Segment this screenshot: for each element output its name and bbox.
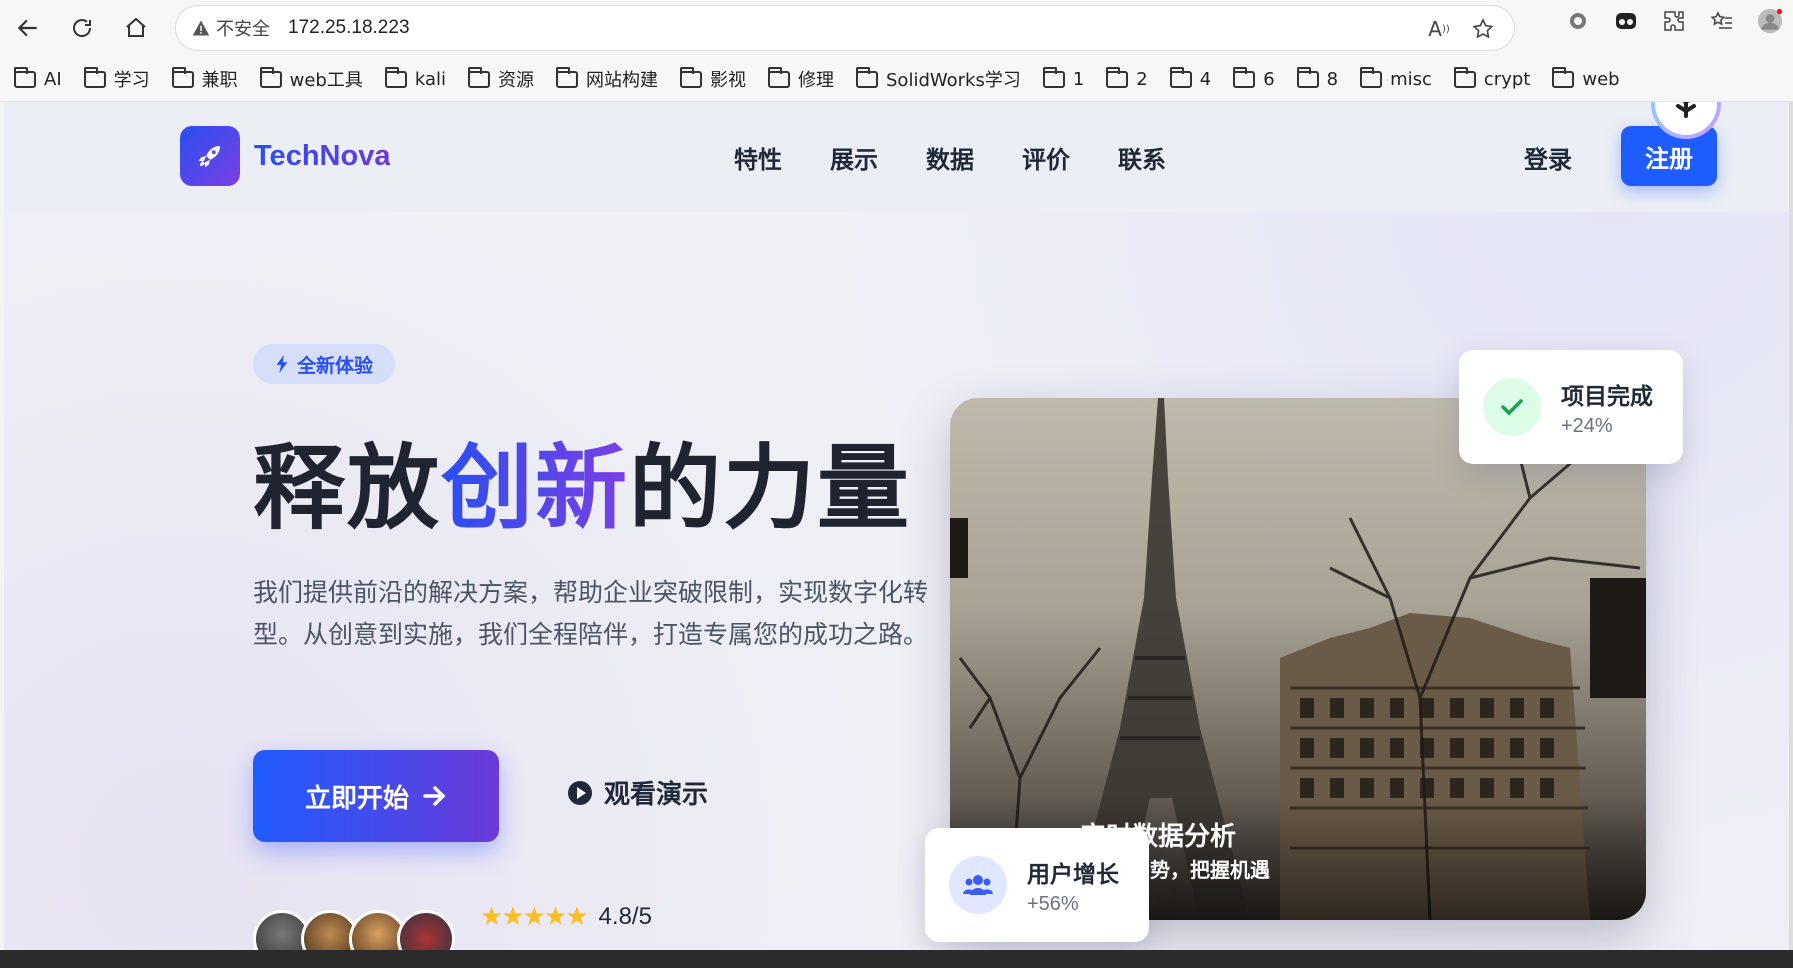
profile-avatar-icon[interactable] <box>1757 8 1783 34</box>
read-aloud-icon[interactable]: A)) <box>1426 16 1452 42</box>
new-experience-badge: 全新体验 <box>253 344 396 384</box>
home-button[interactable] <box>118 10 154 46</box>
extension-gear-icon[interactable] <box>1565 8 1591 34</box>
arrow-left-icon <box>17 19 37 37</box>
rating-stars-icon: ★★★★★ <box>480 902 589 932</box>
extension-logo-icon <box>1655 102 1717 135</box>
security-label: 不安全 <box>216 19 270 40</box>
user-growth-card: 用户增长 +56% <box>925 828 1149 942</box>
login-link[interactable]: 登录 <box>1524 140 1572 175</box>
favorites-list-icon[interactable] <box>1709 8 1735 34</box>
browser-toolbar: 不安全 172.25.18.223 A)) <box>0 0 1793 56</box>
menu-item-reviews[interactable]: 评价 <box>1022 140 1070 175</box>
bookmark-folder[interactable]: 6 <box>1233 66 1275 90</box>
bookmarks-bar: AI 学习 兼职 web工具 kali 资源 网站构建 影视 修理 SolidW… <box>0 60 1793 98</box>
folder-icon <box>1296 66 1319 88</box>
favorite-star-icon[interactable] <box>1470 16 1496 42</box>
folder-icon <box>768 66 790 88</box>
bookmark-folder[interactable]: 8 <box>1296 66 1338 90</box>
taskbar-strip <box>0 950 1793 968</box>
menu-item-data[interactable]: 数据 <box>926 140 974 175</box>
bookmark-folder[interactable]: 网站构建 <box>556 66 658 92</box>
rating: ★★★★★ 4.8/5 <box>480 902 652 932</box>
check-icon <box>1483 378 1541 436</box>
bookmark-folder[interactable]: 4 <box>1169 66 1211 90</box>
rating-score: 4.8/5 <box>598 903 652 930</box>
watch-demo-button[interactable]: 观看演示 <box>568 774 708 811</box>
project-complete-card: 项目完成 +24% <box>1459 350 1683 464</box>
card-value: +56% <box>1027 892 1079 915</box>
bookmark-folder[interactable]: 影视 <box>680 66 746 92</box>
bookmark-folder[interactable]: 学习 <box>83 66 150 92</box>
folder-icon <box>1042 66 1065 88</box>
bookmark-folder[interactable]: AI <box>14 66 62 90</box>
folder-icon <box>14 66 36 88</box>
avatar <box>397 910 455 950</box>
back-button[interactable] <box>10 10 46 46</box>
folder-icon <box>1106 66 1129 88</box>
bookmark-folder[interactable]: web <box>1552 66 1620 90</box>
card-title: 用户增长 <box>1027 861 1119 888</box>
bookmark-folder[interactable]: kali <box>384 66 446 90</box>
menu-item-features[interactable]: 特性 <box>734 140 782 175</box>
hero-description: 我们提供前沿的解决方案，帮助企业突破限制，实现数字化转型。从创意到实施，我们全程… <box>253 578 929 649</box>
folder-icon <box>556 66 578 88</box>
arrow-right-icon <box>423 786 446 806</box>
folder-icon <box>384 66 407 88</box>
bookmark-folder[interactable]: 兼职 <box>171 66 238 92</box>
security-indicator[interactable]: 不安全 <box>192 15 270 41</box>
lightning-icon <box>276 355 288 373</box>
bookmark-folder[interactable]: crypt <box>1453 66 1530 90</box>
bookmark-folder[interactable]: 资源 <box>468 66 534 92</box>
menu-item-contact[interactable]: 联系 <box>1118 140 1166 175</box>
card-value: +24% <box>1561 414 1613 437</box>
url-text: 172.25.18.223 <box>288 17 410 38</box>
extension-app-icon[interactable] <box>1613 8 1639 34</box>
brand-name: TechNova <box>254 139 391 172</box>
web-page: TechNova 特性 展示 数据 评价 联系 登录 注册 全新体验 释放创新的… <box>4 102 1793 950</box>
bookmark-folder[interactable]: 2 <box>1106 66 1148 90</box>
main-menu: 特性 展示 数据 评价 联系 <box>734 140 1166 175</box>
image-caption-subtitle: 势，把握机遇 <box>1150 858 1270 882</box>
folder-icon <box>856 66 878 88</box>
address-bar[interactable]: 不安全 172.25.18.223 A)) <box>175 5 1515 51</box>
folder-icon <box>1453 66 1476 88</box>
menu-item-showcase[interactable]: 展示 <box>830 140 878 175</box>
rocket-icon <box>180 126 240 186</box>
play-icon <box>568 780 592 805</box>
users-icon <box>949 856 1007 914</box>
folder-icon <box>680 66 702 88</box>
bookmark-folder[interactable]: 修理 <box>768 66 834 92</box>
folder-icon <box>259 66 282 88</box>
folder-icon <box>468 66 490 88</box>
card-title: 项目完成 <box>1561 383 1653 410</box>
bookmark-folder[interactable]: SolidWorks学习 <box>856 66 1021 92</box>
browser-chrome: 不安全 172.25.18.223 A)) AI 学习 兼职 web工具 kal… <box>0 0 1793 102</box>
folder-icon <box>1169 66 1192 88</box>
bookmark-folder[interactable]: misc <box>1360 66 1432 90</box>
hero-title: 释放创新的力量 <box>253 435 912 542</box>
folder-icon <box>83 66 106 88</box>
user-avatars <box>253 910 455 950</box>
brand-logo[interactable]: TechNova <box>180 126 390 186</box>
folder-icon <box>171 66 194 88</box>
folder-icon <box>1233 66 1256 88</box>
start-now-button[interactable]: 立即开始 <box>253 750 499 842</box>
site-navbar: TechNova 特性 展示 数据 评价 联系 登录 注册 <box>4 102 1793 212</box>
warning-icon <box>192 20 210 36</box>
extensions-puzzle-icon[interactable] <box>1661 8 1687 34</box>
bookmark-folder[interactable]: web工具 <box>259 66 363 92</box>
home-icon <box>126 17 146 37</box>
page-scrollbar[interactable] <box>1789 102 1793 950</box>
folder-icon <box>1552 66 1575 88</box>
reload-button[interactable] <box>64 10 100 46</box>
folder-icon <box>1360 66 1383 88</box>
bookmark-folder[interactable]: 1 <box>1042 66 1084 90</box>
reload-icon <box>73 19 92 37</box>
hero-title-highlight: 创新 <box>441 435 630 542</box>
